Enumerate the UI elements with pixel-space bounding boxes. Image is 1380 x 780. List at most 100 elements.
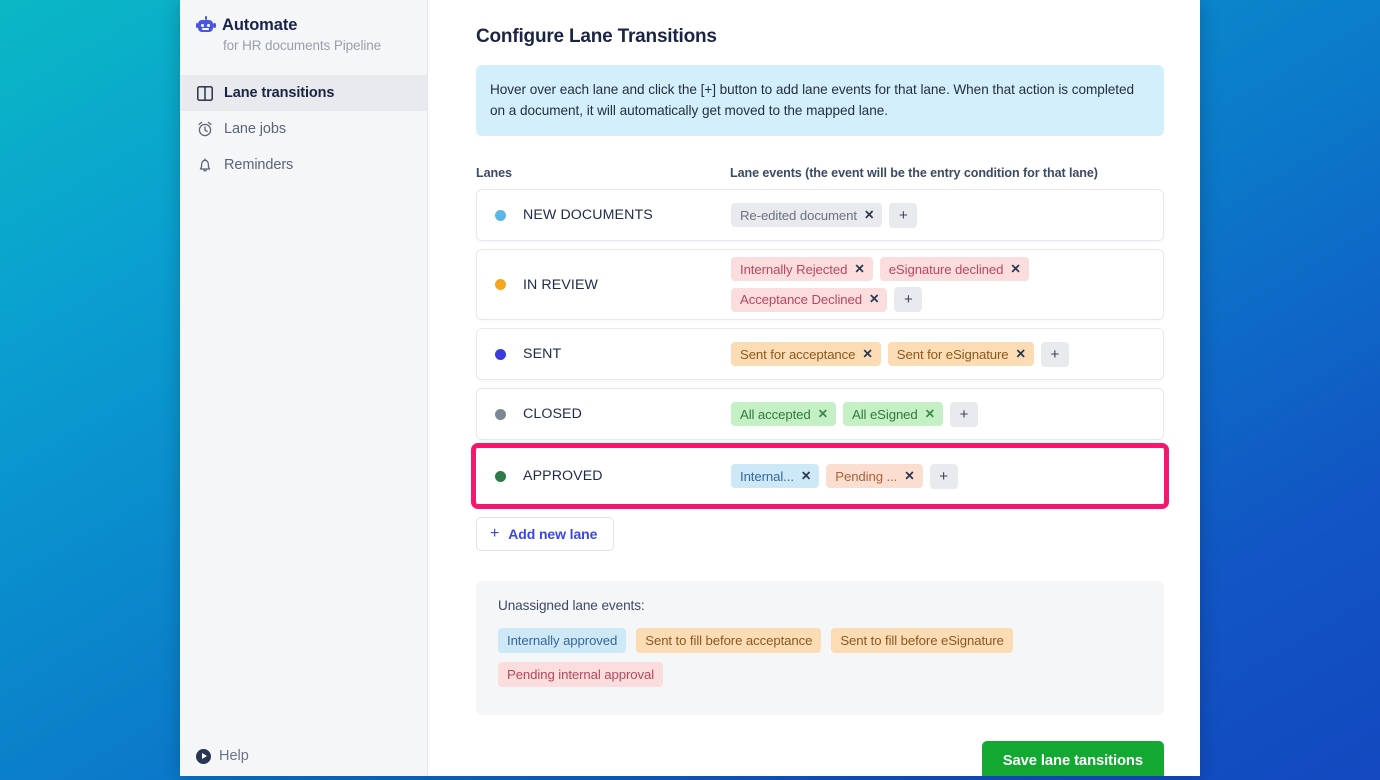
lane-card[interactable]: NEW DOCUMENTS Re-edited document ✕ + [476, 189, 1164, 242]
lane-row[interactable]: SENT Sent for acceptance ✕ Sent for eSignat… [476, 328, 1164, 381]
lane-event-tag[interactable]: Sent for eSignature ✕ [887, 342, 1034, 367]
columns-icon [196, 85, 213, 102]
lane-row[interactable]: NEW DOCUMENTS Re-edited document ✕ + [476, 189, 1164, 242]
lane-row-highlighted[interactable]: APPROVED Internal... ✕ Pending ... ✕ + [471, 443, 1169, 510]
lane-card[interactable]: CLOSED All accepted ✕ All eSigned ✕ + [476, 388, 1164, 441]
lane-event-label: Pending ... [835, 468, 898, 484]
unassigned-event-tag[interactable]: Sent to fill before eSignature [831, 628, 1013, 654]
unassigned-title: Unassigned lane events: [498, 598, 645, 614]
lane-name-cell: CLOSED [495, 406, 731, 422]
lane-event-tag[interactable]: Acceptance Declined ✕ [731, 287, 888, 312]
lane-event-label: Sent for acceptance [740, 346, 856, 362]
lane-event-label: Sent for eSignature [896, 346, 1009, 362]
sidebar-item-label: Lane transitions [224, 85, 335, 101]
add-lane-event-button[interactable]: + [1040, 341, 1069, 367]
unassigned-event-tag[interactable]: Sent to fill before acceptance [636, 628, 822, 654]
unassigned-event-tag[interactable]: Pending internal approval [498, 662, 664, 688]
lane-color-dot-icon [495, 279, 506, 291]
add-lane-event-button[interactable]: + [929, 463, 958, 489]
lane-row[interactable]: IN REVIEW Internally Rejected ✕ eSignature … [476, 249, 1164, 321]
lane-name-cell: NEW DOCUMENTS [495, 207, 731, 223]
remove-lane-event-icon[interactable]: ✕ [801, 470, 811, 483]
remove-lane-event-icon[interactable]: ✕ [854, 263, 864, 276]
lane-row[interactable]: CLOSED All accepted ✕ All eSigned ✕ + [476, 388, 1164, 441]
sidebar-item-label: Reminders [224, 157, 294, 173]
unassigned-lane-events-panel: Unassigned lane events: Internally appro… [476, 581, 1164, 716]
sidebar-item-lane-jobs[interactable]: Lane jobs [180, 111, 427, 147]
add-new-lane-button[interactable]: + Add new lane [476, 517, 615, 552]
lane-events-cell: All accepted ✕ All eSigned ✕ + [731, 401, 1149, 427]
brand-title: Automate [222, 16, 298, 34]
lane-event-label: Acceptance Declined [740, 292, 862, 308]
lane-event-tag[interactable]: eSignature declined ✕ [879, 257, 1029, 282]
lane-card[interactable]: APPROVED Internal... ✕ Pending ... ✕ + [476, 448, 1164, 505]
remove-lane-event-icon[interactable]: ✕ [869, 293, 879, 306]
remove-lane-event-icon[interactable]: ✕ [862, 348, 872, 361]
lane-events-cell: Sent for acceptance ✕ Sent for eSignature ✕… [731, 341, 1149, 367]
lane-event-label: eSignature declined [888, 261, 1004, 277]
lane-events-cell: Internal... ✕ Pending ... ✕ + [731, 463, 1149, 489]
remove-lane-event-icon[interactable]: ✕ [1010, 263, 1020, 276]
brand-subtitle: for HR documents Pipeline [223, 38, 382, 53]
column-header-lanes: Lanes [476, 166, 512, 181]
lane-event-tag[interactable]: All eSigned ✕ [843, 402, 944, 427]
help-link[interactable]: Help [196, 748, 249, 764]
lane-event-tag[interactable]: All accepted ✕ [731, 402, 837, 427]
lane-event-tag[interactable]: Internally Rejected ✕ [731, 257, 873, 282]
lane-event-label: All accepted [740, 406, 811, 422]
lane-event-label: Internal... [740, 468, 794, 484]
lane-name-cell: APPROVED [495, 468, 731, 484]
add-lane-event-button[interactable]: + [894, 287, 923, 313]
lane-card[interactable]: SENT Sent for acceptance ✕ Sent for eSignat… [476, 328, 1164, 381]
save-lane-transitions-button[interactable]: Save lane tansitions [981, 741, 1164, 776]
main-content: Configure Lane Transitions Hover over ea… [428, 0, 1200, 776]
column-header-events: Lane events (the event will be the entry… [730, 166, 1098, 181]
lane-name: SENT [523, 346, 562, 363]
add-lane-event-button[interactable]: + [889, 202, 918, 228]
remove-lane-event-icon[interactable]: ✕ [925, 408, 935, 421]
sidebar-item-lane-transitions[interactable]: Lane transitions [180, 75, 427, 111]
lane-event-label: Re-edited document [740, 207, 857, 223]
lanes-list: NEW DOCUMENTS Re-edited document ✕ + IN REVI… [471, 189, 1169, 510]
sidebar-item-label: Lane jobs [224, 121, 286, 137]
remove-lane-event-icon[interactable]: ✕ [1016, 348, 1026, 361]
column-headers: Lanes Lane events (the event will be the… [476, 166, 1164, 180]
add-new-lane-label: Add new lane [508, 526, 598, 543]
lane-name-cell: IN REVIEW [495, 277, 731, 293]
lane-name: CLOSED [523, 406, 582, 423]
info-banner: Hover over each lane and click the [+] b… [476, 65, 1164, 137]
unassigned-tags-list: Internally approved Sent to fill before a… [498, 628, 1146, 688]
lane-event-tag[interactable]: Pending ... ✕ [826, 464, 923, 489]
lane-events-cell: Internally Rejected ✕ eSignature declined ✕… [731, 257, 1149, 313]
lane-events-cell: Re-edited document ✕ + [731, 202, 1149, 228]
remove-lane-event-icon[interactable]: ✕ [818, 408, 828, 421]
footer-actions: Save lane tansitions [476, 741, 1164, 776]
sidebar-nav: Lane transitions Lane jobs Reminders [180, 75, 427, 183]
lane-name: IN REVIEW [523, 276, 598, 293]
remove-lane-event-icon[interactable]: ✕ [864, 209, 874, 222]
automate-modal: Automate for HR documents Pipeline Lane … [180, 0, 1200, 776]
lane-card[interactable]: IN REVIEW Internally Rejected ✕ eSignature … [476, 249, 1164, 321]
lane-event-label: All eSigned [852, 406, 918, 422]
sidebar: Automate for HR documents Pipeline Lane … [180, 0, 428, 776]
lane-color-dot-icon [495, 408, 506, 420]
lane-color-dot-icon [495, 209, 506, 221]
robot-icon [195, 16, 216, 35]
plus-icon: + [490, 525, 500, 543]
unassigned-event-tag[interactable]: Internally approved [498, 628, 627, 654]
page-title: Configure Lane Transitions [476, 26, 717, 47]
lane-name: NEW DOCUMENTS [523, 207, 653, 224]
lane-color-dot-icon [495, 470, 506, 482]
lane-event-tag[interactable]: Internal... ✕ [731, 464, 820, 489]
alarm-clock-icon [196, 121, 213, 138]
play-circle-icon [196, 748, 211, 764]
sidebar-item-reminders[interactable]: Reminders [180, 147, 427, 183]
lane-event-tag[interactable]: Re-edited document ✕ [731, 203, 883, 228]
lane-event-tag[interactable]: Sent for acceptance ✕ [731, 342, 881, 367]
remove-lane-event-icon[interactable]: ✕ [904, 470, 914, 483]
lane-name-cell: SENT [495, 346, 731, 362]
lane-color-dot-icon [495, 348, 506, 360]
lane-name: APPROVED [523, 468, 603, 485]
bell-icon [196, 157, 213, 174]
add-lane-event-button[interactable]: + [950, 401, 979, 427]
